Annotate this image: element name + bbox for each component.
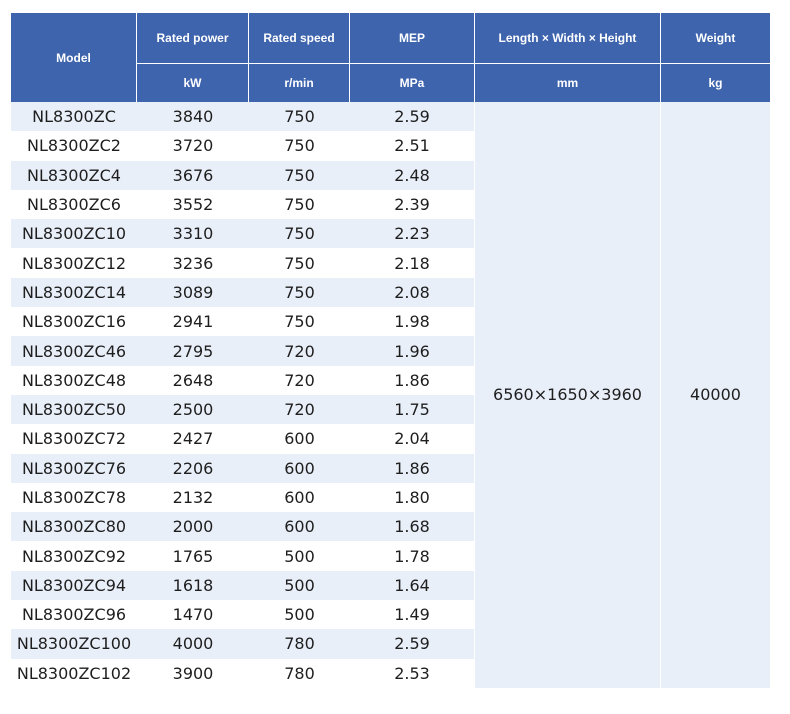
model-cell: NL8300ZC6: [11, 189, 137, 220]
rated-speed-cell: 750: [249, 277, 350, 308]
model-cell: NL8300ZC78: [11, 482, 137, 513]
model-cell: NL8300ZC80: [11, 512, 137, 542]
mep-cell: 1.80: [350, 482, 475, 513]
unit-mep: MPa: [350, 63, 475, 102]
rated-speed-cell: 750: [249, 248, 350, 278]
rated-power-cell: 3089: [137, 277, 249, 308]
specifications-table: Model Rated power Rated speed MEP Length…: [11, 13, 770, 688]
dimensions-cell: 6560×1650×3960: [475, 102, 661, 688]
model-cell: NL8300ZC48: [11, 365, 137, 395]
unit-dimensions: mm: [475, 63, 661, 102]
header-rated-speed: Rated speed: [249, 13, 350, 63]
rated-power-cell: 1618: [137, 570, 249, 601]
model-cell: NL8300ZC12: [11, 248, 137, 278]
mep-cell: 2.53: [350, 658, 475, 688]
rated-power-cell: 3552: [137, 189, 249, 220]
unit-rated-speed: r/min: [249, 63, 350, 102]
rated-speed-cell: 750: [249, 307, 350, 337]
model-cell: NL8300ZC50: [11, 394, 137, 425]
model-cell: NL8300ZC: [11, 102, 137, 132]
mep-cell: 2.08: [350, 277, 475, 308]
mep-cell: 1.68: [350, 512, 475, 542]
header-mep: MEP: [350, 13, 475, 63]
rated-power-cell: 2941: [137, 307, 249, 337]
rated-speed-cell: 500: [249, 600, 350, 630]
rated-speed-cell: 500: [249, 570, 350, 601]
mep-cell: 2.59: [350, 102, 475, 132]
rated-speed-cell: 780: [249, 629, 350, 659]
rated-speed-cell: 780: [249, 658, 350, 688]
mep-cell: 1.49: [350, 600, 475, 630]
rated-power-cell: 1470: [137, 600, 249, 630]
model-cell: NL8300ZC10: [11, 219, 137, 249]
table-body: NL8300ZC 3840 750 2.59 6560×1650×3960 40000 NL…: [11, 102, 770, 688]
rated-speed-cell: 750: [249, 219, 350, 249]
header-rated-power: Rated power: [137, 13, 249, 63]
mep-cell: 2.23: [350, 219, 475, 249]
model-cell: NL8300ZC14: [11, 277, 137, 308]
mep-cell: 2.39: [350, 189, 475, 220]
table-row: NL8300ZC 3840 750 2.59 6560×1650×3960 40000: [11, 102, 770, 688]
unit-rated-power: kW: [137, 63, 249, 102]
rated-power-cell: 4000: [137, 629, 249, 659]
model-cell: NL8300ZC100: [11, 629, 137, 659]
mep-cell: 2.04: [350, 424, 475, 454]
rated-speed-cell: 720: [249, 394, 350, 425]
mep-cell: 2.51: [350, 131, 475, 161]
model-cell: NL8300ZC76: [11, 453, 137, 483]
rated-speed-cell: 600: [249, 482, 350, 513]
model-cell: NL8300ZC4: [11, 160, 137, 190]
model-cell: NL8300ZC16: [11, 307, 137, 337]
rated-speed-cell: 750: [249, 160, 350, 190]
rated-speed-cell: 600: [249, 424, 350, 454]
rated-power-cell: 3900: [137, 658, 249, 688]
rated-power-cell: 1765: [137, 541, 249, 571]
rated-speed-cell: 500: [249, 541, 350, 571]
mep-cell: 2.18: [350, 248, 475, 278]
mep-cell: 1.96: [350, 336, 475, 366]
table-header: Model Rated power Rated speed MEP Length…: [11, 13, 770, 102]
rated-power-cell: 3310: [137, 219, 249, 249]
rated-speed-cell: 600: [249, 453, 350, 483]
rated-speed-cell: 750: [249, 189, 350, 220]
unit-weight: kg: [661, 63, 770, 102]
rated-speed-cell: 750: [249, 102, 350, 132]
rated-speed-cell: 720: [249, 365, 350, 395]
model-cell: NL8300ZC72: [11, 424, 137, 454]
rated-speed-cell: 600: [249, 512, 350, 542]
rated-power-cell: 3720: [137, 131, 249, 161]
mep-cell: 2.48: [350, 160, 475, 190]
model-cell: NL8300ZC94: [11, 570, 137, 601]
weight-cell: 40000: [661, 102, 770, 688]
rated-power-cell: 2000: [137, 512, 249, 542]
header-model: Model: [11, 13, 137, 102]
mep-cell: 1.75: [350, 394, 475, 425]
rated-power-cell: 2648: [137, 365, 249, 395]
header-weight: Weight: [661, 13, 770, 63]
rated-speed-cell: 750: [249, 131, 350, 161]
mep-cell: 1.64: [350, 570, 475, 601]
rated-power-cell: 2500: [137, 394, 249, 425]
rated-power-cell: 2206: [137, 453, 249, 483]
model-cell: NL8300ZC102: [11, 658, 137, 688]
mep-cell: 2.59: [350, 629, 475, 659]
rated-power-cell: 3676: [137, 160, 249, 190]
model-cell: NL8300ZC46: [11, 336, 137, 366]
mep-cell: 1.78: [350, 541, 475, 571]
rated-power-cell: 3840: [137, 102, 249, 132]
mep-cell: 1.98: [350, 307, 475, 337]
mep-cell: 1.86: [350, 453, 475, 483]
model-cell: NL8300ZC92: [11, 541, 137, 571]
header-dimensions: Length × Width × Height: [475, 13, 661, 63]
mep-cell: 1.86: [350, 365, 475, 395]
model-cell: NL8300ZC96: [11, 600, 137, 630]
rated-power-cell: 2427: [137, 424, 249, 454]
rated-power-cell: 2795: [137, 336, 249, 366]
rated-speed-cell: 720: [249, 336, 350, 366]
model-cell: NL8300ZC2: [11, 131, 137, 161]
rated-power-cell: 3236: [137, 248, 249, 278]
rated-power-cell: 2132: [137, 482, 249, 513]
